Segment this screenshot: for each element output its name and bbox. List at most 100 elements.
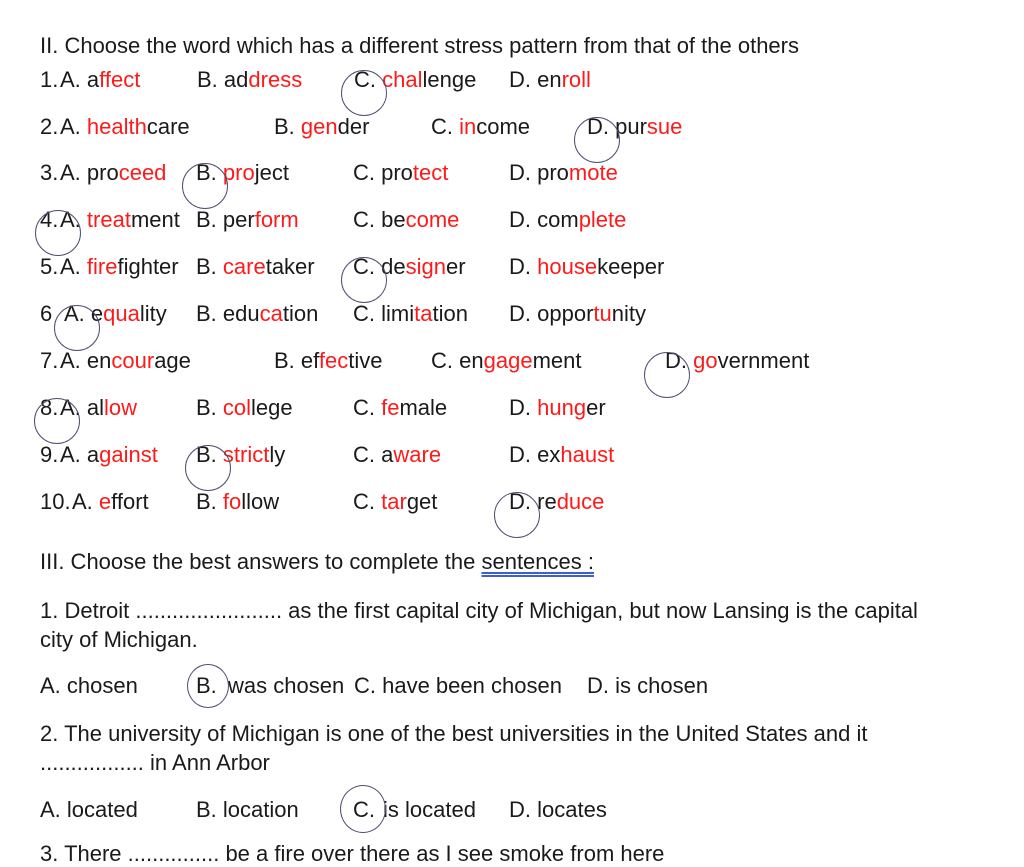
option-b[interactable]: B. perform <box>196 207 299 233</box>
option-b[interactable]: B. strictly <box>196 442 285 468</box>
option-c[interactable]: C. income <box>431 114 530 140</box>
option-d[interactable]: D. housekeeper <box>509 254 664 280</box>
stressed-syllable: ceed <box>118 160 167 185</box>
option-b[interactable]: B. education <box>196 301 318 327</box>
option-a[interactable]: A. affect <box>60 67 140 93</box>
stressed-syllable: fo <box>222 489 242 514</box>
option-a[interactable]: A. equality <box>64 301 167 327</box>
unstressed-part: pro <box>537 160 569 185</box>
unstressed-part: ly <box>269 442 286 467</box>
unstressed-part: per <box>222 207 255 232</box>
option-c[interactable]: C. protect <box>353 160 448 186</box>
option-c[interactable]: C. designer <box>353 254 466 280</box>
option-letter: B. <box>274 348 301 373</box>
option-a[interactable]: A. firefighter <box>60 254 179 280</box>
stressed-syllable: gainst <box>99 442 158 467</box>
option-letter: B. <box>196 442 223 467</box>
option-a[interactable]: A. against <box>60 442 158 468</box>
q2-option-c-letter[interactable]: C. <box>353 797 375 823</box>
option-c[interactable]: C. become <box>353 207 459 233</box>
option-letter: A. <box>60 395 87 420</box>
question-number: 3. <box>40 160 59 185</box>
option-b[interactable]: B. address <box>197 67 302 93</box>
option-b[interactable]: B. follow <box>196 489 279 515</box>
option-d[interactable]: D. promote <box>509 160 618 186</box>
question-number: 1. <box>40 67 59 92</box>
option-a[interactable]: A. effort <box>72 489 149 515</box>
unstressed-part: pro <box>86 160 119 185</box>
option-d[interactable]: D. opportunity <box>509 301 646 327</box>
stressed-syllable: e <box>98 489 112 514</box>
option-a[interactable]: A. proceed <box>60 160 166 186</box>
q1-option-a[interactable]: A. chosen <box>40 673 138 699</box>
option-letter: C. <box>353 489 382 514</box>
unstressed-part: lity <box>139 301 167 326</box>
option-c[interactable]: C. female <box>353 395 447 421</box>
stressed-syllable: tect <box>412 160 449 185</box>
option-letter: C. <box>353 207 382 232</box>
stressed-syllable: tar <box>381 489 407 514</box>
option-b[interactable]: B. project <box>196 160 289 186</box>
unstressed-part: vernment <box>717 348 810 373</box>
option-a[interactable]: A. encourage <box>60 348 191 374</box>
option-a[interactable]: A. healthcare <box>60 114 190 140</box>
option-c[interactable]: C. challenge <box>354 67 476 93</box>
unstressed-part: pro <box>381 160 413 185</box>
option-letter: C. <box>353 160 382 185</box>
question-3-text: 3. There ............... be a fire over … <box>40 841 665 866</box>
q2-option-c-text[interactable]: is located <box>383 797 476 823</box>
q1-option-b-letter[interactable]: B. <box>196 673 217 699</box>
question-number: 10. <box>40 489 71 514</box>
option-c[interactable]: C. aware <box>353 442 441 468</box>
option-b[interactable]: B. college <box>196 395 293 421</box>
grammar-flagged-text[interactable]: sentences : <box>481 549 594 574</box>
option-d[interactable]: D. exhaust <box>509 442 614 468</box>
option-d[interactable]: D. pursue <box>587 114 682 140</box>
option-a[interactable]: A. treatment <box>60 207 180 233</box>
option-b[interactable]: B. effective <box>274 348 382 374</box>
option-c[interactable]: C. engagement <box>431 348 581 374</box>
option-d[interactable]: D. reduce <box>509 489 604 515</box>
option-b[interactable]: B. caretaker <box>196 254 315 280</box>
unstressed-part: re <box>537 489 557 514</box>
option-d[interactable]: D. government <box>665 348 809 374</box>
option-letter: D. <box>587 114 616 139</box>
stressed-syllable: chal <box>382 67 423 92</box>
option-letter: A. <box>60 67 87 92</box>
stressed-syllable: form <box>254 207 299 232</box>
unstressed-part: lege <box>251 395 293 420</box>
unstressed-part: ex <box>537 442 561 467</box>
question-2-line-1: 2. The university of Michigan is one of … <box>40 721 868 746</box>
unstressed-part: age <box>154 348 191 373</box>
unstressed-part: limi <box>381 301 415 326</box>
option-a[interactable]: A. allow <box>60 395 137 421</box>
stressed-syllable: pro <box>222 160 255 185</box>
unstressed-part: pur <box>615 114 647 139</box>
unstressed-part: ad <box>223 67 249 92</box>
option-letter: A. <box>60 254 87 279</box>
stressed-syllable: sign <box>405 254 446 279</box>
option-c[interactable]: C. limitation <box>353 301 468 327</box>
q2-option-b[interactable]: B. location <box>196 797 299 823</box>
stressed-syllable: house <box>537 254 598 279</box>
option-letter: D. <box>509 160 538 185</box>
stressed-syllable: fec <box>318 348 349 373</box>
unstressed-part: ject <box>254 160 289 185</box>
q2-option-d[interactable]: D. locates <box>509 797 607 823</box>
unstressed-part: der <box>337 114 370 139</box>
q1-option-b-text[interactable]: was chosen <box>228 673 344 699</box>
option-c[interactable]: C. target <box>353 489 437 515</box>
q1-option-d[interactable]: D. is chosen <box>587 673 708 699</box>
option-b[interactable]: B. gender <box>274 114 369 140</box>
q1-option-c[interactable]: C. have been chosen <box>354 673 562 699</box>
q2-option-a[interactable]: A. located <box>40 797 138 823</box>
stressed-syllable: ca <box>259 301 283 326</box>
option-letter: C. <box>353 442 382 467</box>
option-d[interactable]: D. enroll <box>509 67 591 93</box>
section-3-heading: III. Choose the best answers to complete… <box>40 549 594 575</box>
stressed-syllable: col <box>222 395 252 420</box>
option-d[interactable]: D. complete <box>509 207 626 233</box>
unstressed-part: er <box>445 254 466 279</box>
option-d[interactable]: D. hunger <box>509 395 606 421</box>
option-letter: D. <box>509 489 538 514</box>
